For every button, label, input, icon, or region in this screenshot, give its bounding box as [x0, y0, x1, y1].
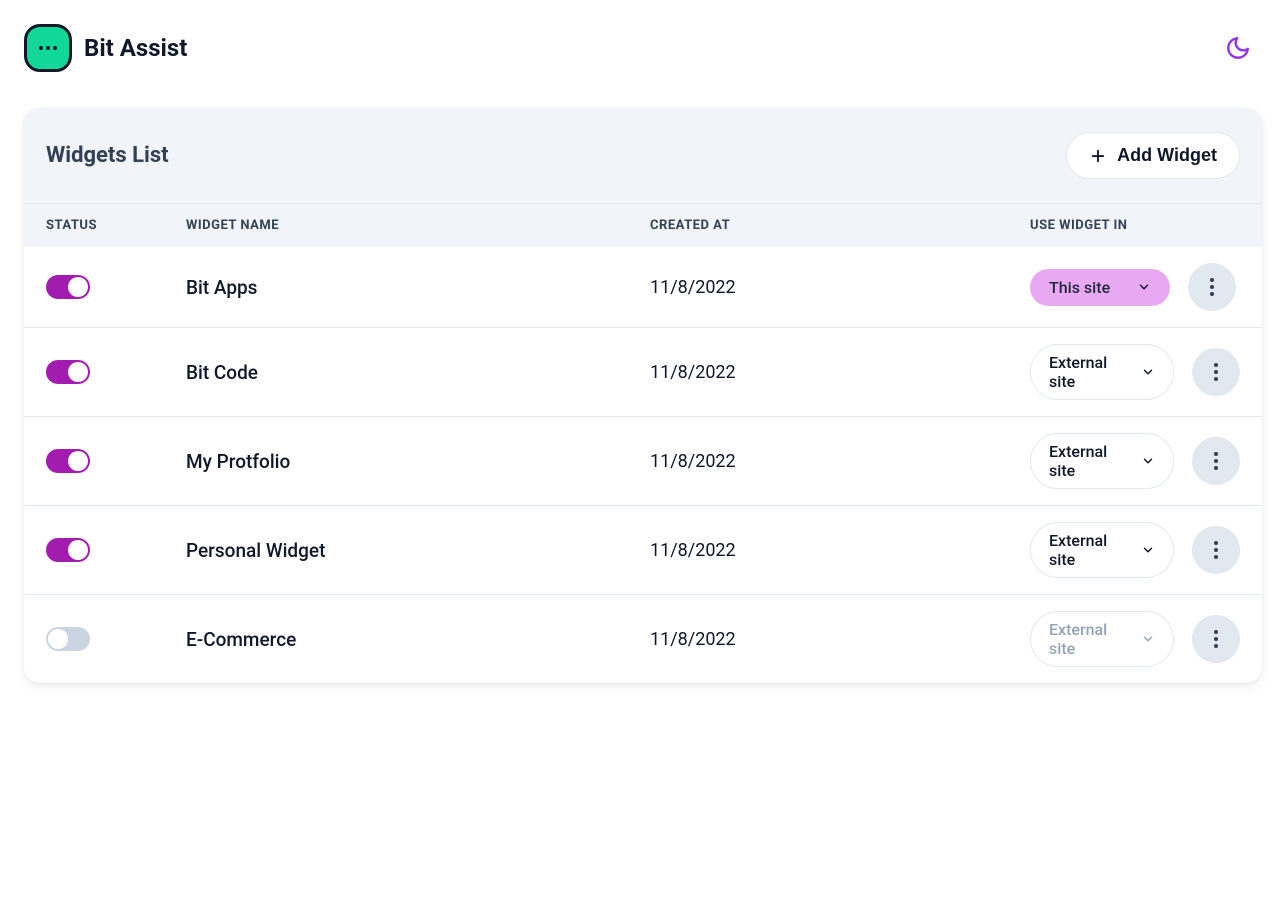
widget-name-cell[interactable]: Bit Apps [186, 276, 650, 299]
chevron-down-icon [1141, 365, 1155, 379]
table-row: E-Commerce11/8/2022 External site [24, 595, 1262, 683]
row-actions-button[interactable] [1192, 526, 1240, 574]
card-header: Widgets List Add Widget [24, 108, 1262, 203]
widget-name-cell[interactable]: My Protfolio [186, 450, 650, 473]
use-widget-select-label: External site [1049, 442, 1129, 480]
col-use-widget-in: Use Widget In [1030, 204, 1240, 247]
use-widget-select: External site [1030, 611, 1174, 667]
table-row: Bit Apps11/8/2022 This site [24, 247, 1262, 328]
use-widget-select[interactable]: External site [1030, 433, 1174, 489]
chevron-down-icon [1137, 280, 1151, 294]
dots-vertical-icon [1214, 363, 1218, 381]
brand-block: Bit Assist [24, 24, 187, 72]
chevron-down-icon [1141, 632, 1155, 646]
status-toggle[interactable] [46, 538, 90, 562]
app-header: Bit Assist [0, 0, 1286, 96]
dots-vertical-icon [1214, 541, 1218, 559]
status-toggle[interactable] [46, 449, 90, 473]
table-body: Bit Apps11/8/2022This siteBit Code11/8/2… [24, 247, 1262, 683]
table-row: My Protfolio11/8/2022 External site [24, 417, 1262, 506]
row-actions-button[interactable] [1192, 615, 1240, 663]
created-at-cell: 11/8/2022 [650, 629, 1030, 650]
row-actions-button[interactable] [1192, 348, 1240, 396]
chevron-down-icon [1141, 543, 1155, 557]
row-actions-button[interactable] [1192, 437, 1240, 485]
moon-icon [1225, 35, 1251, 61]
chevron-down-icon [1141, 454, 1155, 468]
add-widget-button[interactable]: Add Widget [1066, 132, 1240, 179]
table-header-row: Status Widget Name Created At Use Widget… [24, 203, 1262, 247]
col-status: Status [46, 204, 186, 247]
widget-name-cell[interactable]: Bit Code [186, 361, 650, 384]
use-widget-select[interactable]: This site [1030, 269, 1170, 306]
plus-icon [1089, 147, 1107, 165]
created-at-cell: 11/8/2022 [650, 451, 1030, 472]
created-at-cell: 11/8/2022 [650, 362, 1030, 383]
use-widget-select-label: External site [1049, 620, 1129, 658]
dots-vertical-icon [1214, 630, 1218, 648]
use-widget-select-label: External site [1049, 531, 1129, 569]
widget-name-cell[interactable]: E-Commerce [186, 628, 650, 651]
widgets-list-card: Widgets List Add Widget Status Widget Na… [24, 108, 1262, 683]
status-toggle[interactable] [46, 627, 90, 651]
use-widget-select-label: This site [1049, 278, 1110, 297]
use-widget-select-label: External site [1049, 353, 1129, 391]
use-widget-select[interactable]: External site [1030, 522, 1174, 578]
widget-name-cell[interactable]: Personal Widget [186, 539, 650, 562]
card-title: Widgets List [46, 143, 169, 168]
status-toggle[interactable] [46, 275, 90, 299]
add-widget-label: Add Widget [1117, 145, 1217, 166]
use-widget-select[interactable]: External site [1030, 344, 1174, 400]
use-widget-cell: External site [1030, 433, 1240, 489]
created-at-cell: 11/8/2022 [650, 277, 1030, 298]
created-at-cell: 11/8/2022 [650, 540, 1030, 561]
row-actions-button[interactable] [1188, 263, 1236, 311]
table-row: Bit Code11/8/2022 External site [24, 328, 1262, 417]
use-widget-cell: External site [1030, 611, 1240, 667]
app-title: Bit Assist [84, 34, 187, 62]
theme-toggle-button[interactable] [1214, 24, 1262, 72]
col-created-at: Created At [650, 204, 1030, 247]
use-widget-cell: External site [1030, 522, 1240, 578]
logo-icon [24, 24, 72, 72]
dots-vertical-icon [1210, 278, 1214, 296]
use-widget-cell: External site [1030, 344, 1240, 400]
dots-vertical-icon [1214, 452, 1218, 470]
status-toggle[interactable] [46, 360, 90, 384]
table-row: Personal Widget11/8/2022 External site [24, 506, 1262, 595]
col-widget-name: Widget Name [186, 204, 650, 247]
use-widget-cell: This site [1030, 263, 1240, 311]
